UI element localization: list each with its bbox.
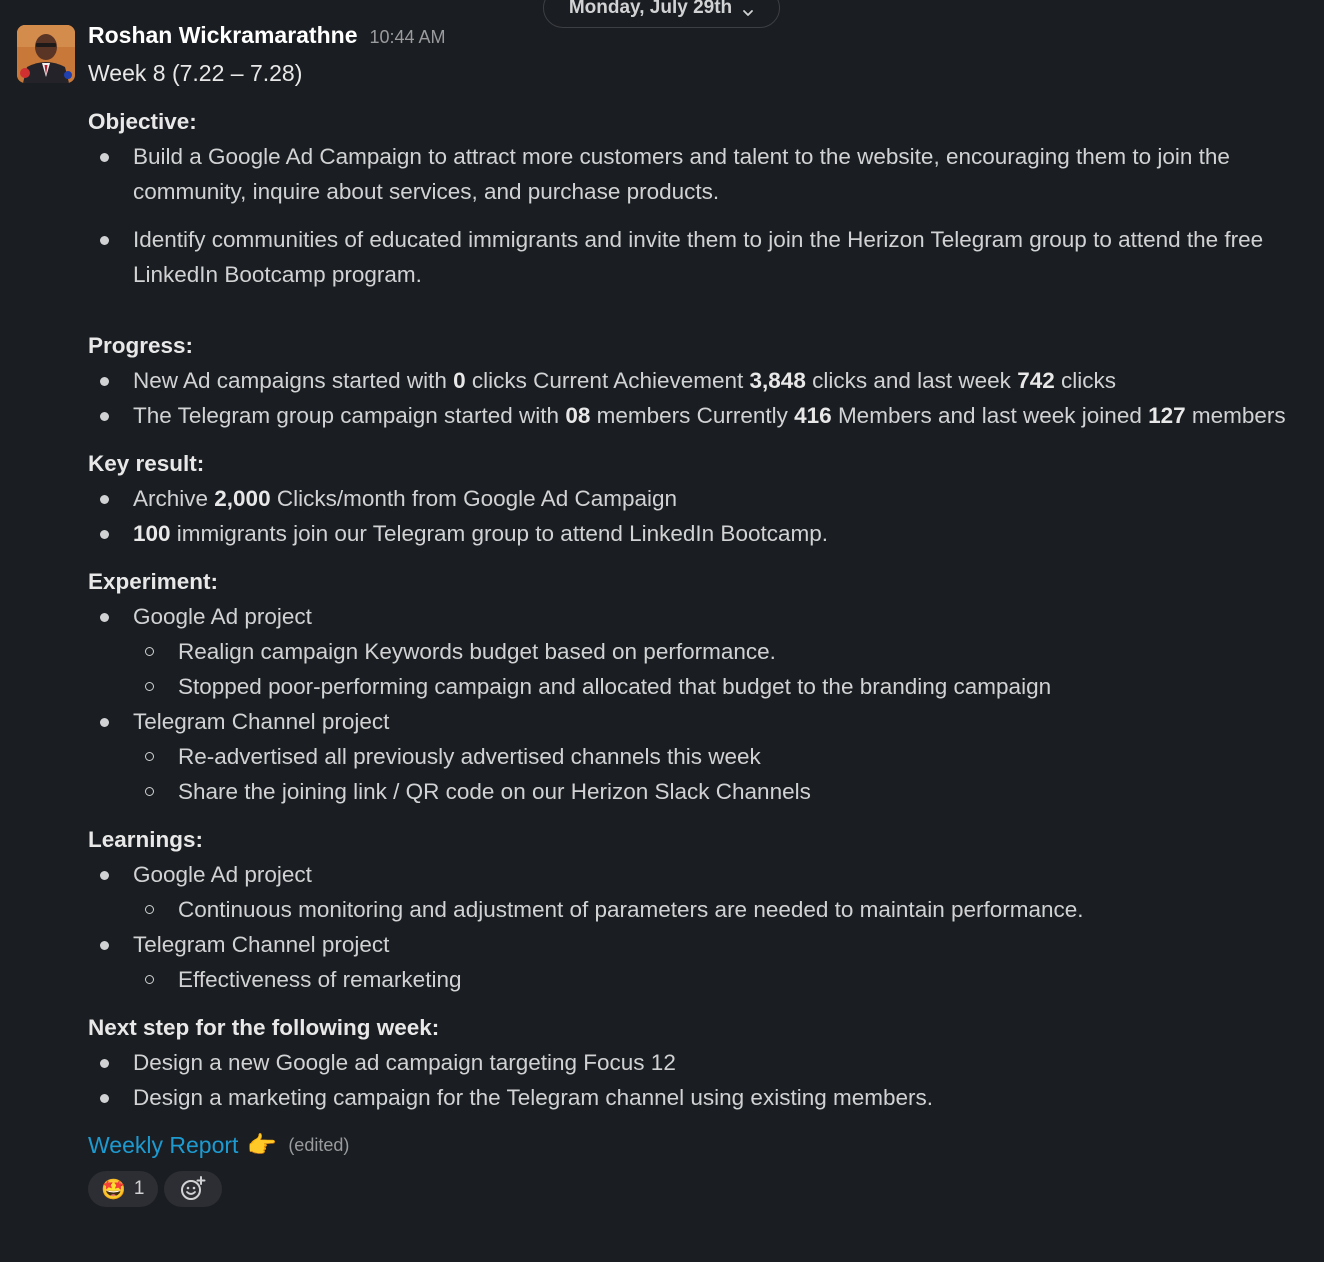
sender-name[interactable]: Roshan Wickramarathne [88, 22, 358, 49]
next-step-list: Design a new Google ad campaign targetin… [88, 1045, 1308, 1115]
experiment-list: Google Ad project Realign campaign Keywo… [88, 599, 1308, 809]
list-item: The Telegram group campaign started with… [88, 398, 1308, 433]
message-footer: Weekly Report 👈 (edited) [88, 1128, 1308, 1163]
list-item: Telegram Channel project Effectiveness o… [88, 927, 1308, 997]
objective-list: Build a Google Ad Campaign to attract mo… [88, 139, 1308, 292]
add-reaction-button[interactable] [164, 1171, 223, 1207]
pointing-hand-emoji: 👈 [248, 1132, 279, 1159]
reactions-bar: 🤩 1 [88, 1171, 1308, 1207]
reaction-count: 1 [133, 1178, 145, 1199]
list-item: Telegram Channel project Re-advertised a… [88, 704, 1308, 809]
avatar-image [17, 25, 75, 83]
chevron-down-icon [743, 10, 754, 16]
list-item: New Ad campaigns started with 0 clicks C… [88, 363, 1308, 398]
message-timestamp[interactable]: 10:44 AM [370, 27, 446, 48]
sub-list-item: Share the joining link / QR code on our … [133, 774, 1308, 809]
progress-list: New Ad campaigns started with 0 clicks C… [88, 363, 1308, 433]
date-divider-label: Monday, July 29th [568, 0, 733, 18]
edited-label: (edited) [288, 1135, 350, 1155]
list-item: 100 immigrants join our Telegram group t… [88, 516, 1308, 551]
message: Roshan Wickramarathne 10:44 AM Week 8 (7… [88, 22, 1308, 1207]
key-result-heading: Key result: [88, 451, 205, 476]
list-item: Identify communities of educated immigra… [88, 222, 1308, 292]
sub-list: Realign campaign Keywords budget based o… [88, 634, 1308, 704]
learnings-heading: Learnings: [88, 827, 204, 852]
sub-list-item: Realign campaign Keywords budget based o… [133, 634, 1308, 669]
message-header: Roshan Wickramarathne 10:44 AM [88, 22, 1308, 52]
reaction-star-struck[interactable]: 🤩 1 [88, 1171, 159, 1207]
sub-list-item: Effectiveness of remarketing [133, 962, 1308, 997]
weekly-report-link[interactable]: Weekly Report [88, 1132, 238, 1159]
sub-list-item: Stopped poor-performing campaign and all… [133, 669, 1308, 704]
list-item: Design a marketing campaign for the Tele… [88, 1080, 1308, 1115]
sub-list-item: Continuous monitoring and adjustment of … [133, 892, 1308, 927]
objective-heading: Objective: [88, 109, 197, 134]
list-item: Archive 2,000 Clicks/month from Google A… [88, 481, 1308, 516]
experiment-heading: Experiment: [88, 569, 219, 594]
avatar[interactable] [17, 25, 75, 83]
progress-heading: Progress: [88, 333, 194, 358]
add-reaction-icon [181, 1176, 206, 1200]
star-struck-emoji: 🤩 [101, 1178, 126, 1201]
list-item: Google Ad project Realign campaign Keywo… [88, 599, 1308, 704]
message-title: Week 8 (7.22 – 7.28) [88, 60, 303, 86]
next-step-heading: Next step for the following week: [88, 1015, 440, 1040]
sub-list-item: Re-advertised all previously advertised … [133, 739, 1308, 774]
learnings-list: Google Ad project Continuous monitoring … [88, 857, 1308, 997]
key-result-list: Archive 2,000 Clicks/month from Google A… [88, 481, 1308, 551]
list-item: Design a new Google ad campaign targetin… [88, 1045, 1308, 1080]
sub-list: Continuous monitoring and adjustment of … [88, 892, 1308, 927]
list-item: Build a Google Ad Campaign to attract mo… [88, 139, 1308, 209]
list-item: Google Ad project Continuous monitoring … [88, 857, 1308, 927]
sub-list: Effectiveness of remarketing [88, 962, 1308, 997]
sub-list: Re-advertised all previously advertised … [88, 739, 1308, 809]
